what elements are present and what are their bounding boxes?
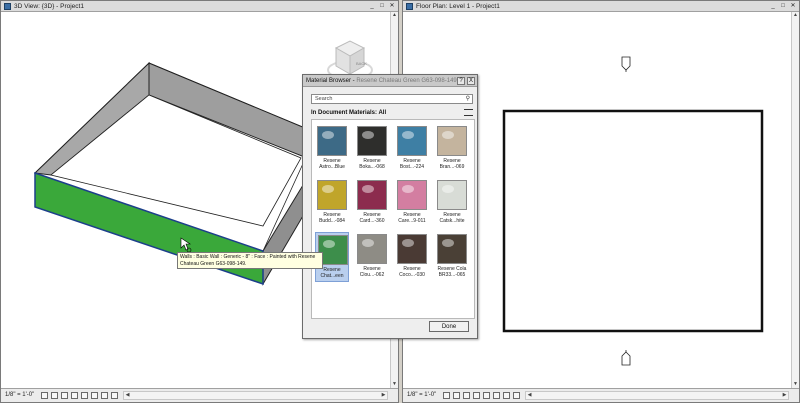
document-materials-label: In Document Materials: All	[311, 110, 387, 116]
reveal-hidden-icon[interactable]	[513, 392, 520, 399]
material-swatch[interactable]: Resene Clou...-062	[355, 232, 389, 282]
material-browser-title: Material Browser -	[306, 78, 357, 84]
3d-view-titlebar[interactable]: 3D View: {3D} - Project1 _ □ ✕	[1, 1, 398, 12]
shadows-icon[interactable]	[71, 392, 78, 399]
scroll-right-icon[interactable]: ▶	[781, 392, 788, 399]
material-name-line-2: Care...9-011	[398, 218, 426, 224]
elevation-marker-south-icon[interactable]	[621, 350, 631, 366]
maximize-icon[interactable]: □	[779, 2, 787, 10]
close-icon[interactable]: ✕	[388, 2, 396, 10]
help-button[interactable]: ?	[457, 77, 465, 85]
crop-view-icon[interactable]	[81, 392, 88, 399]
3d-view-title: 3D View: {3D} - Project1	[14, 3, 84, 10]
material-browser-titlebar[interactable]: Material Browser - Resene Chateau Green …	[303, 75, 477, 87]
material-preview-thumbnail	[437, 234, 467, 264]
material-name-line-2: Bost...-224	[399, 164, 425, 170]
3d-view-control-bar: 1/8" = 1'-0" ◀ ▶	[1, 388, 398, 402]
window-icon	[4, 3, 11, 10]
scroll-right-icon[interactable]: ▶	[380, 392, 387, 399]
material-name-line-2: Card...-360	[359, 218, 385, 224]
material-preview-thumbnail	[397, 126, 427, 156]
material-name-line-2: BR33...-065	[438, 272, 466, 278]
scroll-up-icon[interactable]: ▲	[391, 12, 398, 19]
material-preview-thumbnail	[437, 126, 467, 156]
visual-style-icon[interactable]	[453, 392, 460, 399]
detail-level-icon[interactable]	[443, 392, 450, 399]
temporary-hide-icon[interactable]	[503, 392, 510, 399]
material-preview-thumbnail	[317, 180, 347, 210]
material-name-line-2: Budd...-084	[319, 218, 345, 224]
material-preview-thumbnail	[357, 180, 387, 210]
visual-style-icon[interactable]	[51, 392, 58, 399]
close-button[interactable]: X	[467, 77, 475, 85]
sun-path-icon[interactable]	[463, 392, 470, 399]
material-preview-thumbnail	[397, 234, 427, 264]
material-grid[interactable]: Resene Astro...Blue Resene Boka...-068 Resen…	[311, 119, 475, 319]
material-search-input[interactable]: Search ⚲	[311, 94, 473, 104]
show-crop-icon[interactable]	[91, 392, 98, 399]
material-swatch[interactable]: Resene Budd...-084	[315, 178, 349, 228]
show-crop-icon[interactable]	[493, 392, 500, 399]
crop-view-icon[interactable]	[483, 392, 490, 399]
material-preview-thumbnail	[357, 234, 387, 264]
material-name-line-2: Astro...Blue	[319, 164, 345, 170]
material-swatch[interactable]: Resene Cola BR33...-065	[435, 232, 469, 282]
material-search-placeholder: Search	[315, 96, 333, 102]
floor-plan-titlebar[interactable]: Floor Plan: Level 1 - Project1 _ □ ✕	[403, 1, 799, 12]
temporary-hide-icon[interactable]	[101, 392, 108, 399]
shadows-icon[interactable]	[473, 392, 480, 399]
material-preview-thumbnail	[437, 180, 467, 210]
scroll-left-icon[interactable]: ◀	[124, 392, 131, 399]
material-swatch[interactable]: Resene Bran...-069	[435, 124, 469, 174]
floor-plan-vertical-scrollbar[interactable]: ▲ ▼	[791, 12, 799, 388]
tooltip-line-1: Walls : Basic Wall : Generic - 8" : Face…	[180, 254, 316, 260]
material-preview-thumbnail	[317, 126, 347, 156]
close-icon[interactable]: ✕	[789, 2, 797, 10]
material-browser-dialog[interactable]: Material Browser - Resene Chateau Green …	[302, 74, 478, 339]
detail-level-icon[interactable]	[41, 392, 48, 399]
material-browser-title-material: Resene Chateau Green G63-098-149	[356, 78, 457, 84]
window-icon	[406, 3, 413, 10]
material-name-line-2: Clou...-062	[359, 272, 385, 278]
floor-plan-horizontal-scrollbar[interactable]: ◀ ▶	[525, 391, 789, 400]
material-name-line-2: Coco...-030	[399, 272, 425, 278]
3d-view-horizontal-scrollbar[interactable]: ◀ ▶	[123, 391, 388, 400]
element-tooltip: Walls : Basic Wall : Generic - 8" : Face…	[177, 252, 323, 269]
sun-path-icon[interactable]	[61, 392, 68, 399]
minimize-icon[interactable]: _	[769, 2, 777, 10]
material-swatch[interactable]: Resene Boka...-068	[355, 124, 389, 174]
tooltip-line-2: Chateau Green G63-098-149.	[180, 261, 247, 267]
material-preview-thumbnail	[397, 180, 427, 210]
material-swatch[interactable]: Resene Bost...-224	[395, 124, 429, 174]
floor-plan-title: Floor Plan: Level 1 - Project1	[416, 3, 500, 10]
minimize-icon[interactable]: _	[368, 2, 376, 10]
material-swatch[interactable]: Resene Card...-360	[355, 178, 389, 228]
maximize-icon[interactable]: □	[378, 2, 386, 10]
search-icon[interactable]: ⚲	[466, 96, 470, 103]
floor-plan-control-bar: 1/8" = 1'-0" ◀ ▶	[403, 388, 799, 402]
material-swatch[interactable]: Resene Astro...Blue	[315, 124, 349, 174]
view-scale[interactable]: 1/8" = 1'-0"	[407, 389, 436, 402]
material-swatch[interactable]: Resene Catsk...hite	[435, 178, 469, 228]
scroll-down-icon[interactable]: ▼	[792, 381, 799, 388]
document-materials-header: In Document Materials: All	[311, 108, 473, 118]
view-scale[interactable]: 1/8" = 1'-0"	[5, 389, 34, 402]
material-name-line-2: Chat...een	[320, 273, 344, 279]
material-name-line-2: Catsk...hite	[439, 218, 465, 224]
elevation-marker-north-icon[interactable]	[621, 56, 631, 72]
material-name-line-2: Bran...-069	[439, 164, 465, 170]
scroll-up-icon[interactable]: ▲	[792, 12, 799, 19]
scroll-left-icon[interactable]: ◀	[526, 392, 533, 399]
done-button[interactable]: Done	[429, 321, 469, 332]
material-swatch[interactable]: Resene Care...9-011	[395, 178, 429, 228]
material-preview-thumbnail	[357, 126, 387, 156]
material-name-line-2: Boka...-068	[359, 164, 385, 170]
plan-walls[interactable]	[502, 109, 764, 333]
scroll-down-icon[interactable]: ▼	[391, 381, 398, 388]
reveal-hidden-icon[interactable]	[111, 392, 118, 399]
material-swatch[interactable]: Resene Coco...-030	[395, 232, 429, 282]
view-options-icon[interactable]	[464, 109, 473, 116]
viewcube-back-label: BACK	[356, 61, 367, 66]
